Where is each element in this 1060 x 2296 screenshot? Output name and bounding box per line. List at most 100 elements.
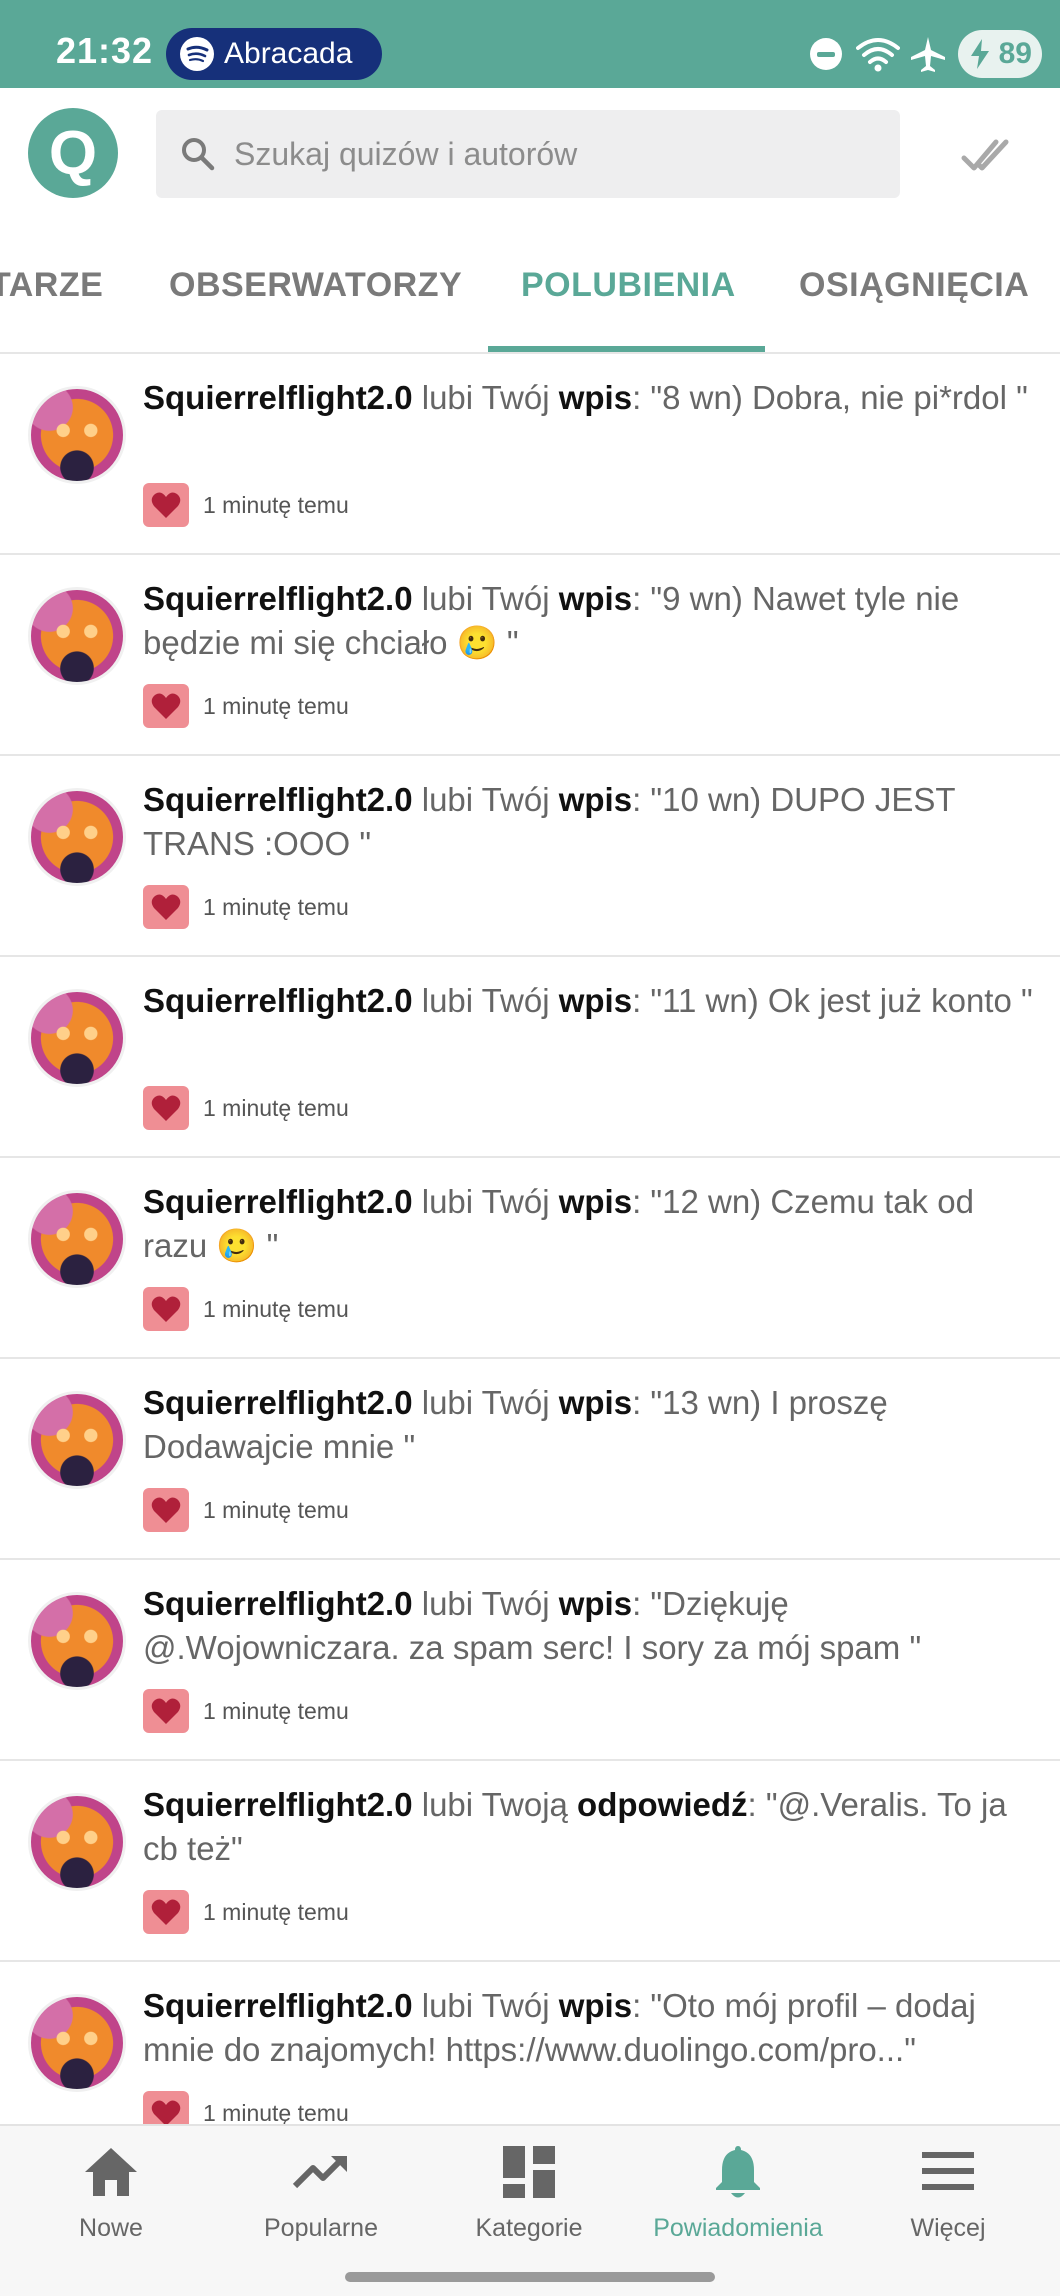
- notification-kind[interactable]: odpowiedź: [577, 1786, 747, 1823]
- notification-item[interactable]: Squierrelflight2.0 lubi Twój wpis: "12 w…: [0, 1158, 1060, 1359]
- tab-obserwatorzy[interactable]: OBSERWATORZY: [169, 266, 462, 305]
- notification-kind[interactable]: wpis: [559, 1987, 632, 2024]
- notification-meta: 1 minutę temu: [143, 1688, 349, 1734]
- wifi-icon: [856, 38, 900, 72]
- notification-item[interactable]: Squierrelflight2.0 lubi Twój wpis: "11 w…: [0, 957, 1060, 1158]
- notification-meta: 1 minutę temu: [143, 884, 349, 930]
- notification-kind[interactable]: wpis: [559, 982, 632, 1019]
- notification-kind[interactable]: wpis: [559, 1183, 632, 1220]
- tab-komentarze[interactable]: TARZE: [0, 266, 103, 305]
- notification-user[interactable]: Squierrelflight2.0: [143, 1183, 413, 1220]
- notification-verb: lubi Twój: [412, 1585, 559, 1622]
- double-check-icon[interactable]: [960, 134, 1010, 178]
- spotify-icon: [180, 37, 214, 71]
- user-avatar[interactable]: [28, 1190, 126, 1288]
- app-header: Q: [0, 88, 1060, 348]
- do-not-disturb-icon: [810, 38, 842, 70]
- status-icons: 89: [760, 30, 1060, 80]
- notification-item[interactable]: Squierrelflight2.0 lubi Twój wpis: "10 w…: [0, 756, 1060, 957]
- user-avatar[interactable]: [28, 1592, 126, 1690]
- notification-text: Squierrelflight2.0 lubi Twój wpis: "Oto …: [143, 1984, 1033, 2072]
- notification-item[interactable]: Squierrelflight2.0 lubi Twój wpis: "Dzię…: [0, 1560, 1060, 1761]
- user-avatar[interactable]: [28, 386, 126, 484]
- notification-user[interactable]: Squierrelflight2.0: [143, 580, 413, 617]
- notification-meta: 1 minutę temu: [143, 482, 349, 528]
- notification-text: Squierrelflight2.0 lubi Twój wpis: "11 w…: [143, 979, 1033, 1023]
- notification-time: 1 minutę temu: [203, 1496, 349, 1523]
- notification-user[interactable]: Squierrelflight2.0: [143, 1585, 413, 1622]
- nav-wiecej[interactable]: Więcej: [842, 2126, 1054, 2262]
- battery-level: 89: [998, 37, 1032, 70]
- categories-icon: [503, 2146, 555, 2198]
- logo-letter: Q: [48, 118, 98, 188]
- user-avatar[interactable]: [28, 587, 126, 685]
- notification-item[interactable]: Squierrelflight2.0 lubi Twój wpis: "9 wn…: [0, 555, 1060, 756]
- notification-user[interactable]: Squierrelflight2.0: [143, 379, 413, 416]
- user-avatar[interactable]: [28, 1391, 126, 1489]
- notification-user[interactable]: Squierrelflight2.0: [143, 1384, 413, 1421]
- notification-verb: lubi Twój: [412, 580, 559, 617]
- notification-text: Squierrelflight2.0 lubi Twoją odpowiedź:…: [143, 1783, 1033, 1871]
- active-tab-indicator: [488, 346, 765, 352]
- notification-text: Squierrelflight2.0 lubi Twój wpis: "12 w…: [143, 1180, 1033, 1268]
- notification-verb: lubi Twój: [412, 1183, 559, 1220]
- notification-meta: 1 minutę temu: [143, 683, 349, 729]
- home-icon: [85, 2148, 137, 2196]
- notification-item[interactable]: Squierrelflight2.0 lubi Twój wpis: "Oto …: [0, 1962, 1060, 2124]
- notification-kind[interactable]: wpis: [559, 781, 632, 818]
- notification-kind[interactable]: wpis: [559, 580, 632, 617]
- notification-kind[interactable]: wpis: [559, 1585, 632, 1622]
- notification-kind[interactable]: wpis: [559, 1384, 632, 1421]
- notification-meta: 1 minutę temu: [143, 1286, 349, 1332]
- notification-text: Squierrelflight2.0 lubi Twój wpis: "8 wn…: [143, 376, 1033, 420]
- tab-bar: TARZE OBSERWATORZY POLUBIENIA OSIĄGNIĘCI…: [0, 218, 1060, 354]
- notification-user[interactable]: Squierrelflight2.0: [143, 781, 413, 818]
- nav-powiadomienia[interactable]: Powiadomienia: [632, 2126, 844, 2262]
- notification-text: Squierrelflight2.0 lubi Twój wpis: "Dzię…: [143, 1582, 1033, 1670]
- notification-quote: : "11 wn) Ok jest już konto ": [632, 982, 1033, 1019]
- notification-time: 1 minutę temu: [203, 2099, 349, 2125]
- notification-item[interactable]: Squierrelflight2.0 lubi Twój wpis: "8 wn…: [0, 354, 1060, 555]
- notification-kind[interactable]: wpis: [559, 379, 632, 416]
- notification-user[interactable]: Squierrelflight2.0: [143, 1987, 413, 2024]
- notification-meta: 1 minutę temu: [143, 1487, 349, 1533]
- notification-time: 1 minutę temu: [203, 1697, 349, 1724]
- notification-meta: 1 minutę temu: [143, 2090, 349, 2124]
- notification-time: 1 minutę temu: [203, 1898, 349, 1925]
- now-playing-pill[interactable]: Abracada: [166, 28, 382, 80]
- notification-quote: : "8 wn) Dobra, nie pi*rdol ": [632, 379, 1028, 416]
- notification-verb: lubi Twój: [412, 982, 559, 1019]
- nav-label: Nowe: [79, 2214, 143, 2242]
- notification-user[interactable]: Squierrelflight2.0: [143, 1786, 413, 1823]
- home-indicator[interactable]: [345, 2272, 715, 2282]
- search-input[interactable]: [234, 135, 874, 173]
- nav-nowe[interactable]: Nowe: [5, 2126, 217, 2262]
- user-avatar[interactable]: [28, 1994, 126, 2092]
- nav-label: Więcej: [910, 2214, 986, 2242]
- tab-osiagniecia[interactable]: OSIĄGNIĘCIA: [799, 266, 1029, 305]
- user-avatar[interactable]: [28, 788, 126, 886]
- notification-meta: 1 minutę temu: [143, 1085, 349, 1131]
- status-bar: 21:32 Abracada 89: [0, 0, 1060, 88]
- notification-user[interactable]: Squierrelflight2.0: [143, 982, 413, 1019]
- nav-kategorie[interactable]: Kategorie: [423, 2126, 635, 2262]
- nav-popularne[interactable]: Popularne: [215, 2126, 427, 2262]
- notification-time: 1 minutę temu: [203, 692, 349, 719]
- notification-item[interactable]: Squierrelflight2.0 lubi Twoją odpowiedź:…: [0, 1761, 1060, 1962]
- user-avatar[interactable]: [28, 1793, 126, 1891]
- gesture-bar: [0, 2260, 1060, 2296]
- notification-item[interactable]: Squierrelflight2.0 lubi Twój wpis: "13 w…: [0, 1359, 1060, 1560]
- app-logo[interactable]: Q: [28, 108, 118, 198]
- search-icon: [182, 138, 215, 171]
- tab-polubienia[interactable]: POLUBIENIA: [521, 266, 736, 305]
- heart-icon: [143, 1086, 189, 1130]
- search-bar[interactable]: [156, 110, 900, 198]
- nav-label: Powiadomienia: [653, 2214, 823, 2242]
- now-playing-title: Abracada: [224, 37, 353, 70]
- heart-icon: [143, 1488, 189, 1532]
- notification-time: 1 minutę temu: [203, 893, 349, 920]
- notification-text: Squierrelflight2.0 lubi Twój wpis: "13 w…: [143, 1381, 1033, 1469]
- user-avatar[interactable]: [28, 989, 126, 1087]
- notification-verb: lubi Twój: [412, 781, 559, 818]
- notification-time: 1 minutę temu: [203, 491, 349, 518]
